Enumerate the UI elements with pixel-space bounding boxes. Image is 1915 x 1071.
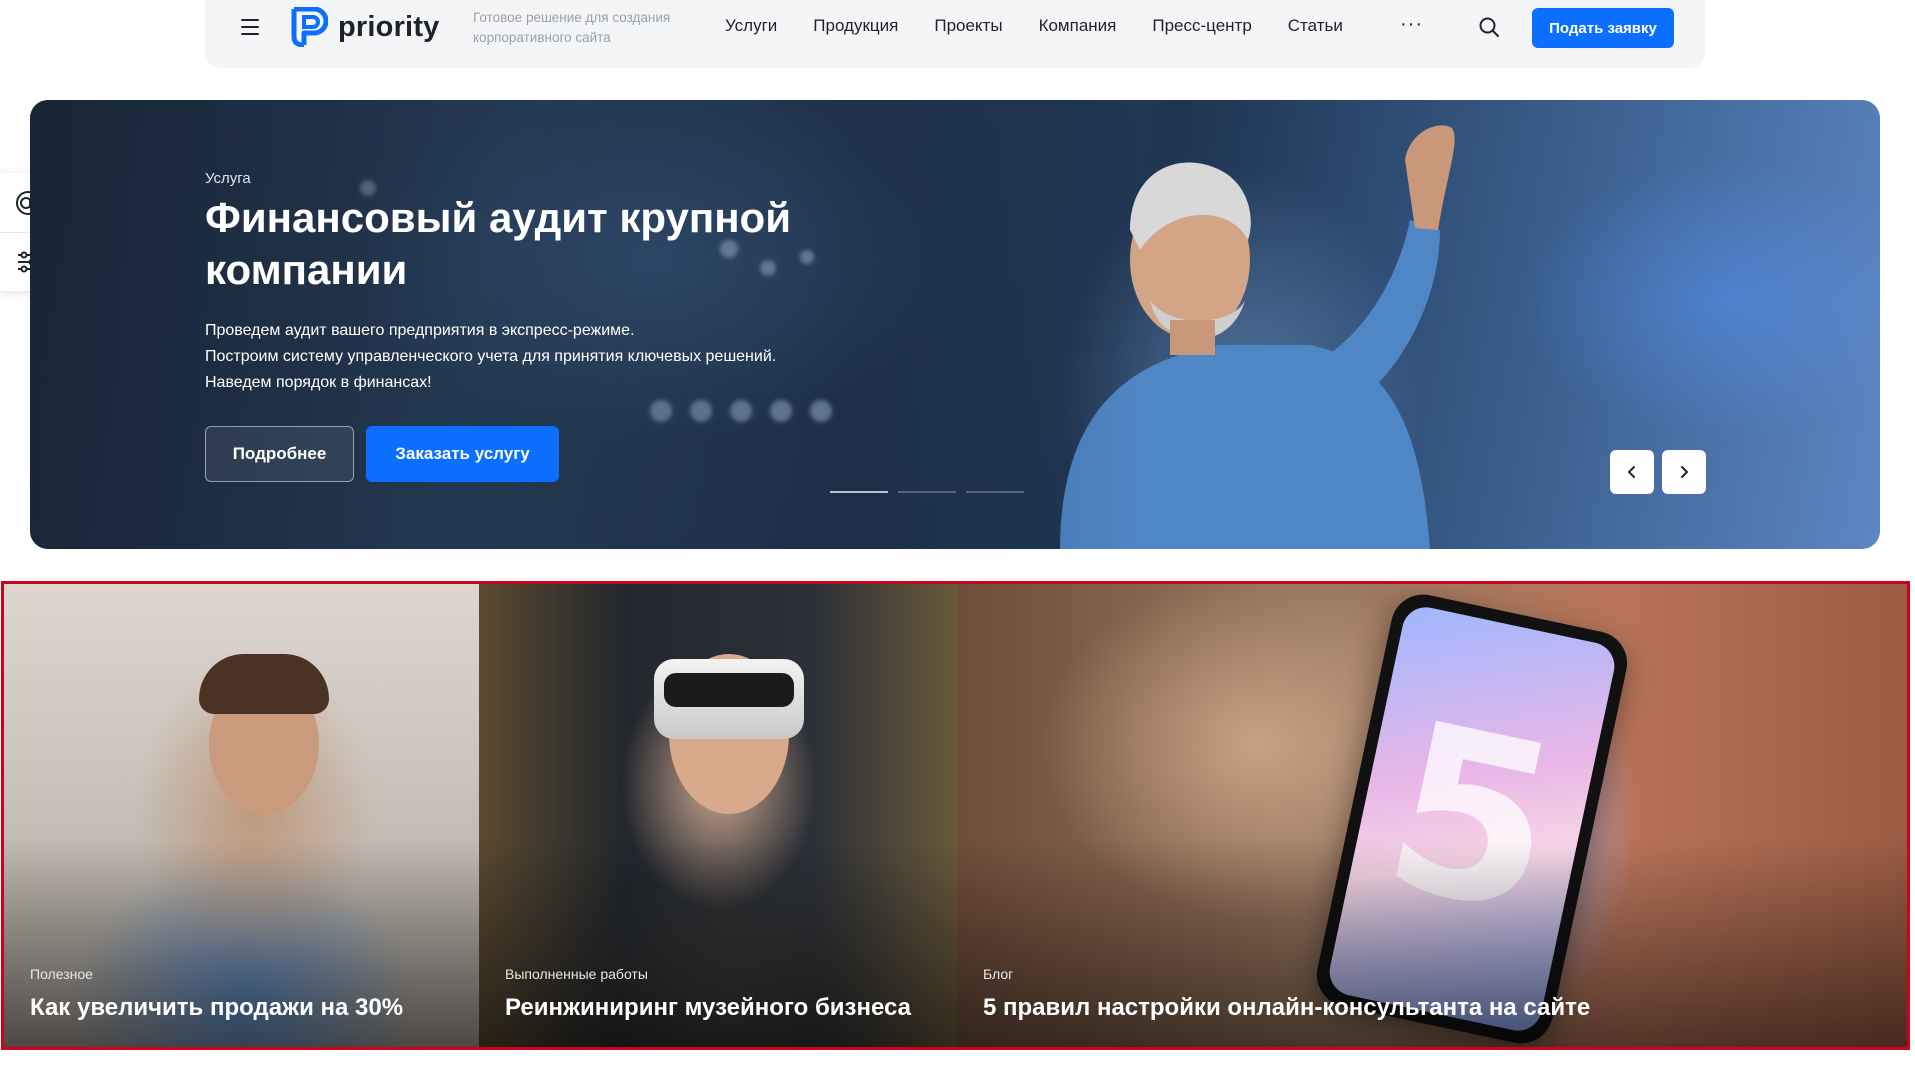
card-title: 5 правил настройки онлайн-консультанта н…	[983, 994, 1591, 1021]
logo[interactable]: priority	[290, 7, 440, 47]
brand-name: priority	[338, 10, 440, 43]
slider-pagination	[830, 491, 1024, 493]
slider-next-button[interactable]	[1662, 450, 1706, 494]
card-consultant[interactable]: 5 Блог 5 правил настройки онлайн-консуль…	[957, 584, 1907, 1047]
card-category: Блог	[983, 966, 1014, 982]
nav-item-products[interactable]: Продукция	[813, 16, 898, 36]
nav-item-press-center[interactable]: Пресс-центр	[1152, 16, 1251, 36]
hero-category: Услуга	[205, 170, 251, 187]
order-service-button[interactable]: Заказать услугу	[366, 426, 559, 482]
submit-request-button[interactable]: Подать заявку	[1532, 8, 1674, 48]
slider-dot[interactable]	[898, 491, 956, 493]
featured-cards: Полезное Как увеличить продажи на 30% Вы…	[1, 581, 1910, 1050]
nav-more-button[interactable]: ···	[1400, 13, 1423, 36]
card-overlay	[957, 584, 1907, 1047]
card-category: Выполненные работы	[505, 966, 648, 982]
slider-dot[interactable]	[966, 491, 1024, 493]
card-title: Реинжиниринг музейного бизнеса	[505, 994, 911, 1021]
slider-prev-button[interactable]	[1610, 450, 1654, 494]
chevron-left-icon	[1628, 466, 1635, 478]
chevron-right-icon	[1681, 466, 1688, 478]
card-sales[interactable]: Полезное Как увеличить продажи на 30%	[4, 584, 479, 1047]
site-header: priority Готовое решение для создания ко…	[205, 0, 1705, 68]
card-category: Полезное	[30, 966, 93, 982]
hero-description: Проведем аудит вашего предприятия в эксп…	[205, 318, 885, 396]
hero-slider: Услуга Финансовый аудит крупной компании…	[30, 100, 1880, 549]
hero-description-line: Наведем порядок в финансах!	[205, 374, 432, 391]
tagline: Готовое решение для создания корпоративн…	[473, 10, 671, 45]
nav-item-projects[interactable]: Проекты	[934, 16, 1002, 36]
nav-item-services[interactable]: Услуги	[725, 16, 777, 36]
hamburger-icon[interactable]	[241, 19, 259, 35]
nav-item-company[interactable]: Компания	[1039, 16, 1117, 36]
card-title: Как увеличить продажи на 30%	[30, 994, 404, 1021]
slider-dot[interactable]	[830, 491, 888, 493]
hero-title: Финансовый аудит крупной компании	[205, 194, 792, 293]
card-reengineering[interactable]: Выполненные работы Реинжиниринг музейног…	[479, 584, 957, 1047]
hero-description-line: Построим систему управленческого учета д…	[205, 348, 777, 365]
main-nav: Услуги Продукция Проекты Компания Пресс-…	[725, 16, 1379, 36]
search-icon[interactable]	[1478, 16, 1500, 38]
nav-item-articles[interactable]: Статьи	[1288, 16, 1343, 36]
more-button[interactable]: Подробнее	[205, 426, 354, 482]
logo-mark-icon	[291, 7, 328, 47]
hero-description-line: Проведем аудит вашего предприятия в эксп…	[205, 322, 635, 339]
